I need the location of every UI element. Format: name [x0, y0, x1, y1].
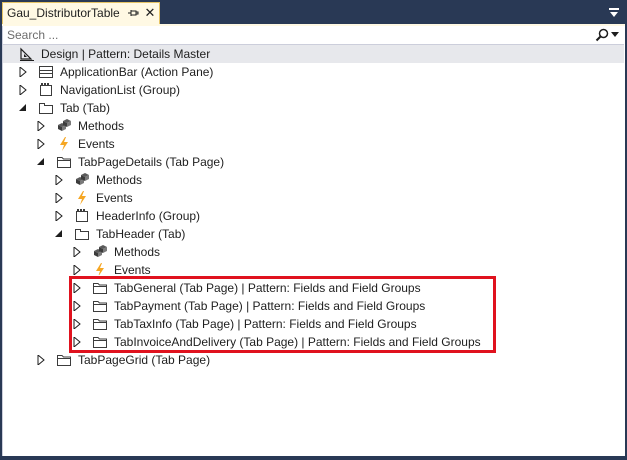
- expand-arrow-icon[interactable]: [55, 211, 63, 221]
- folder-icon: [93, 301, 107, 312]
- search-icon[interactable]: [595, 28, 609, 42]
- tree-node-tab[interactable]: Tab (Tab): [3, 99, 624, 117]
- tree-node-application-bar[interactable]: ApplicationBar (Action Pane): [3, 63, 624, 81]
- tree-node-tab-payment[interactable]: TabPayment (Tab Page) | Pattern: Fields …: [3, 297, 624, 315]
- expand-arrow-icon[interactable]: [73, 319, 81, 329]
- tree-node-tab-general[interactable]: TabGeneral (Tab Page) | Pattern: Fields …: [3, 279, 624, 297]
- expand-arrow-icon[interactable]: [73, 265, 81, 275]
- folder-icon: [93, 283, 107, 294]
- tree-label: TabHeader (Tab): [96, 227, 186, 241]
- chevron-down-icon[interactable]: [608, 8, 620, 18]
- tree-label: Events: [114, 263, 151, 275]
- tree-node-header-events[interactable]: Events: [3, 261, 624, 275]
- expand-arrow-icon[interactable]: [55, 193, 63, 203]
- lightning-icon: [78, 191, 86, 205]
- expand-arrow-icon[interactable]: [37, 355, 45, 365]
- document-tab[interactable]: Gau_DistributorTable ✕: [2, 2, 160, 24]
- search-input[interactable]: [7, 27, 567, 43]
- tree-label: TabGeneral (Tab Page) | Pattern: Fields …: [114, 281, 421, 295]
- expand-arrow-icon[interactable]: [55, 175, 63, 185]
- close-icon[interactable]: ✕: [144, 6, 156, 20]
- chevron-down-icon[interactable]: [611, 32, 619, 38]
- element-tree-panel: Design | Pattern: Details Master Applica…: [2, 26, 625, 456]
- tree-node-header-info[interactable]: HeaderInfo (Group): [3, 207, 624, 225]
- tree-label: Methods: [96, 173, 143, 187]
- tree-label: Methods: [78, 119, 125, 133]
- lightning-icon: [60, 137, 68, 151]
- tree-label: ApplicationBar (Action Pane): [60, 65, 214, 79]
- expand-arrow-icon[interactable]: [19, 67, 27, 77]
- document-tab-title: Gau_DistributorTable: [7, 6, 120, 20]
- methods-icon: [94, 245, 107, 257]
- tree-label: HeaderInfo (Group): [96, 209, 201, 223]
- tree-node-tab-page-details[interactable]: TabPageDetails (Tab Page): [3, 153, 624, 171]
- tree-label: TabPayment (Tab Page) | Pattern: Fields …: [114, 299, 426, 313]
- pin-icon[interactable]: [127, 7, 139, 19]
- tab-icon: [75, 229, 89, 240]
- folder-icon: [57, 157, 71, 168]
- tree-node-tab-page-grid[interactable]: TabPageGrid (Tab Page): [3, 351, 624, 369]
- expand-arrow-icon[interactable]: [73, 247, 81, 257]
- tool-window: Gau_DistributorTable ✕ Search ... Design…: [0, 0, 627, 460]
- design-icon: [20, 47, 34, 61]
- document-tab-strip: Gau_DistributorTable ✕: [0, 0, 627, 25]
- tree-label: TabPageDetails (Tab Page): [78, 155, 225, 169]
- tree-label: TabPageGrid (Tab Page): [78, 353, 211, 367]
- lightning-icon: [96, 263, 104, 275]
- tree-node-navigation-list[interactable]: NavigationList (Group): [3, 81, 624, 99]
- tree-node-tab-methods[interactable]: Methods: [3, 117, 624, 135]
- tab-icon: [39, 103, 53, 114]
- tree-node-details-methods[interactable]: Methods: [3, 171, 624, 189]
- tree-node-tab-header[interactable]: TabHeader (Tab): [3, 225, 624, 243]
- tree-node-tab-taxinfo[interactable]: TabTaxInfo (Tab Page) | Pattern: Fields …: [3, 315, 624, 333]
- methods-icon: [58, 119, 71, 131]
- search-bar: [3, 26, 624, 45]
- folder-icon: [57, 355, 71, 366]
- group-icon: [40, 82, 52, 96]
- expand-arrow-icon[interactable]: [73, 283, 81, 293]
- tree-label: Events: [96, 191, 133, 205]
- expand-arrow-icon[interactable]: [37, 121, 45, 131]
- expand-arrow-icon[interactable]: [73, 337, 81, 347]
- action-pane-icon: [39, 66, 53, 78]
- expand-arrow-icon[interactable]: [19, 85, 27, 95]
- tree-label: Methods: [114, 245, 161, 259]
- tree-node-tab-invoice-and-delivery[interactable]: TabInvoiceAndDelivery (Tab Page) | Patte…: [3, 333, 624, 351]
- tree-label: Design | Pattern: Details Master: [41, 47, 211, 61]
- tree-label: Events: [78, 137, 115, 151]
- group-icon: [76, 208, 88, 222]
- tree-node-header-methods[interactable]: Methods: [3, 243, 624, 261]
- collapse-arrow-icon[interactable]: [55, 229, 63, 239]
- folder-icon: [93, 337, 107, 348]
- collapse-arrow-icon[interactable]: [37, 157, 45, 167]
- expand-arrow-icon[interactable]: [73, 301, 81, 311]
- expand-arrow-icon[interactable]: [37, 139, 45, 149]
- tree-node-details-events[interactable]: Events: [3, 189, 624, 207]
- collapse-arrow-icon[interactable]: [19, 103, 27, 113]
- tree-label: TabTaxInfo (Tab Page) | Pattern: Fields …: [114, 317, 417, 331]
- methods-icon: [76, 173, 89, 185]
- tree-node-tab-events[interactable]: Events: [3, 135, 624, 153]
- tree-label: Tab (Tab): [60, 101, 111, 115]
- tree-label: TabInvoiceAndDelivery (Tab Page) | Patte…: [114, 335, 481, 349]
- tree-root-design[interactable]: Design | Pattern: Details Master: [3, 45, 624, 63]
- folder-icon: [93, 319, 107, 330]
- tree-label: NavigationList (Group): [60, 83, 181, 97]
